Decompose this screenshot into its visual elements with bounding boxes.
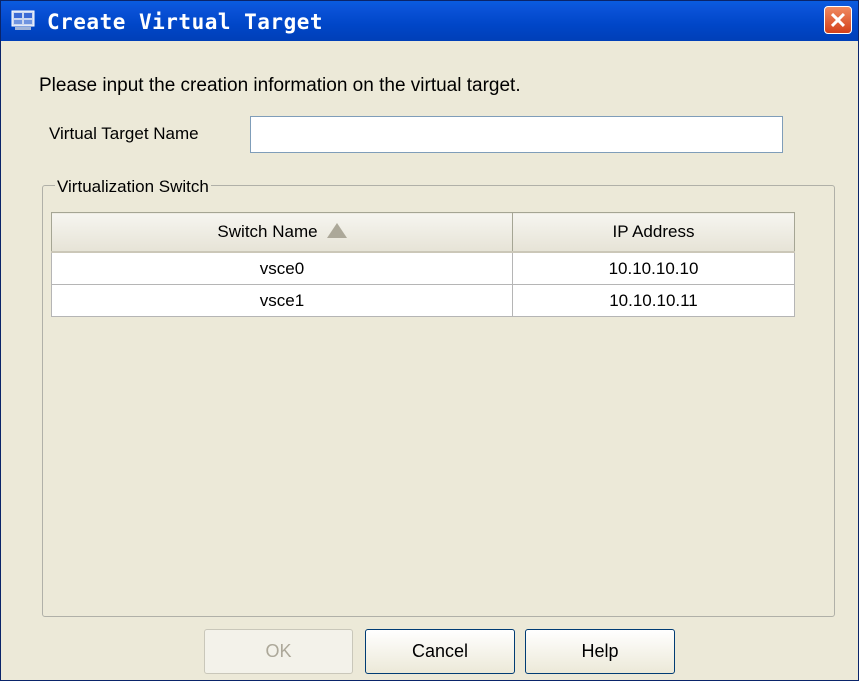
network-icon [11, 9, 35, 31]
sort-ascending-icon [326, 223, 347, 238]
cancel-button[interactable]: Cancel [365, 629, 515, 674]
virtual-target-name-label: Virtual Target Name [49, 124, 199, 143]
switch-name-cell: vsce0 [51, 251, 513, 285]
column-header-ip-address[interactable]: IP Address [512, 212, 795, 253]
virtualization-switch-legend: Virtualization Switch [55, 177, 211, 197]
table-header-row: Switch Name IP Address [51, 212, 795, 253]
title-bar[interactable]: Create Virtual Target ✕ [1, 1, 858, 41]
ok-button[interactable]: OK [204, 629, 353, 674]
close-button[interactable]: ✕ [824, 6, 852, 34]
switch-name-cell: vsce1 [51, 284, 513, 317]
window-title: Create Virtual Target [47, 10, 324, 34]
ip-address-cell: 10.10.10.10 [512, 251, 795, 285]
column-header-label: Switch Name [217, 222, 318, 241]
create-virtual-target-dialog: Create Virtual Target ✕ Please input the… [0, 0, 859, 681]
table-row[interactable]: vsce0 10.10.10.10 [51, 251, 795, 285]
column-header-switch-name[interactable]: Switch Name [51, 212, 513, 253]
instruction-text: Please input the creation information on… [39, 75, 521, 96]
table-row[interactable]: vsce1 10.10.10.11 [51, 284, 795, 317]
column-header-label: IP Address [612, 222, 695, 241]
switch-table: Switch Name IP Address vsce0 10.10.10.10… [51, 212, 795, 317]
close-icon: ✕ [828, 8, 848, 33]
help-button[interactable]: Help [525, 629, 675, 674]
ip-address-cell: 10.10.10.11 [512, 284, 795, 317]
virtual-target-name-input[interactable] [250, 116, 783, 153]
